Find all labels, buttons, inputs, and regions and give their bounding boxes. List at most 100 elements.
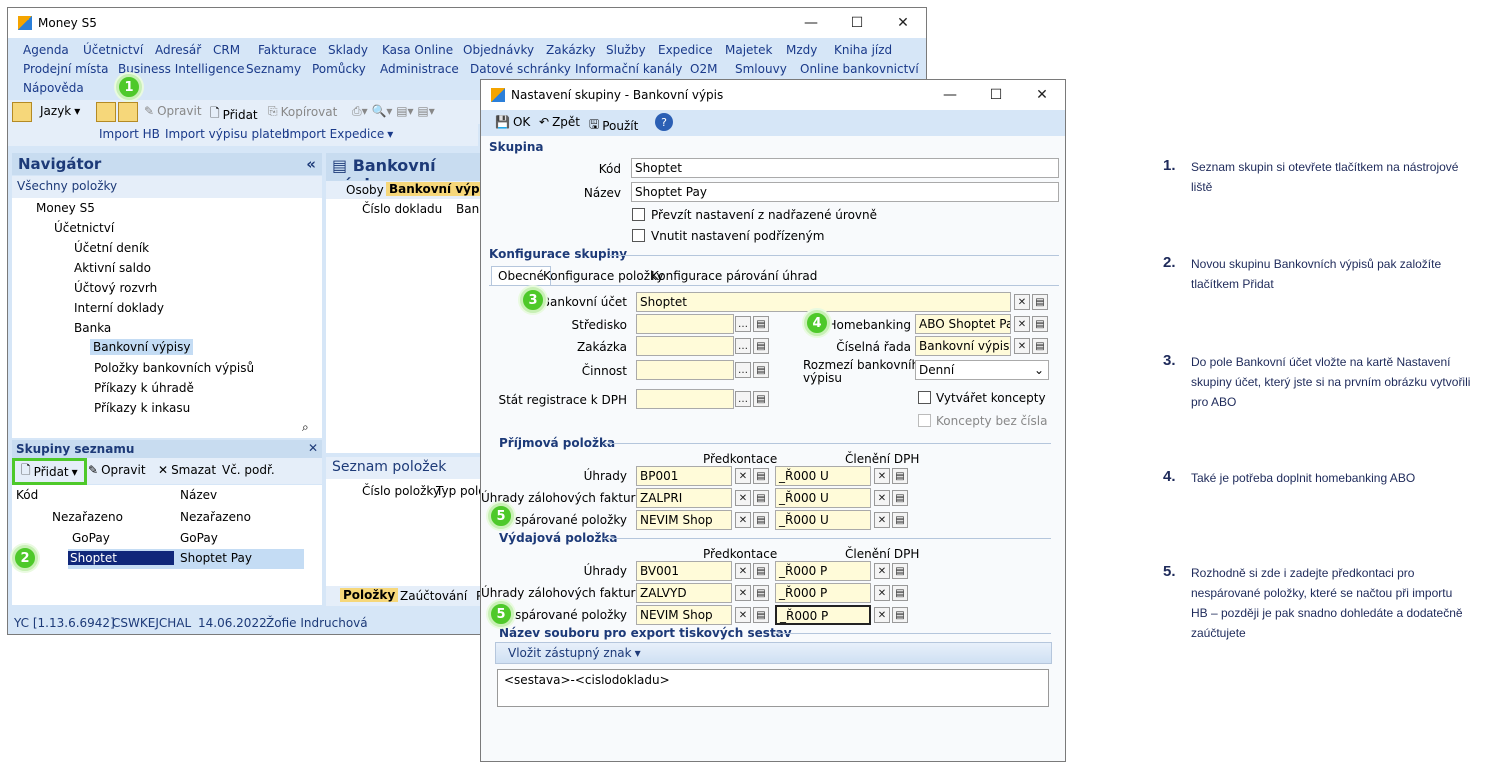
menu-item[interactable]: Adresář — [155, 43, 201, 57]
more-icon[interactable]: … — [735, 338, 751, 354]
browse-icon[interactable]: ▤ — [892, 585, 908, 601]
browse-icon[interactable]: ▤ — [892, 512, 908, 528]
vyd-cleneni[interactable]: _Ř000 P — [775, 605, 871, 625]
koncepty-checkbox[interactable] — [918, 391, 931, 404]
group-kod[interactable]: Shoptet — [68, 551, 174, 565]
maximize-icon[interactable]: ☐ — [834, 8, 880, 38]
browse-icon[interactable]: ▤ — [892, 490, 908, 506]
tab-zauctovani[interactable]: Zaúčtování — [400, 589, 467, 603]
col-kod[interactable]: Kód — [16, 488, 38, 502]
vyd-predkontace[interactable]: ZALVYD — [636, 583, 732, 603]
menu-item[interactable]: Kasa Online — [382, 43, 453, 57]
col-cislo-polozky[interactable]: Číslo položky — [362, 484, 440, 498]
tab-polozky[interactable]: Položky — [340, 588, 399, 602]
menu-item[interactable]: Online bankovnictví — [800, 62, 919, 76]
menu-item[interactable]: Informační kanály — [575, 62, 682, 76]
template-textarea[interactable]: <sestava>-<cislodokladu> — [497, 669, 1049, 707]
tree-item-uctovy-rozvrh[interactable]: Účtový rozvrh — [74, 281, 157, 295]
clear-icon[interactable]: ✕ — [874, 607, 890, 623]
groups-edit-button[interactable]: ✎ Opravit — [88, 463, 146, 477]
clear-icon[interactable]: ✕ — [1014, 316, 1030, 332]
col-nazev[interactable]: Název — [180, 488, 217, 502]
clear-icon[interactable]: ✕ — [874, 468, 890, 484]
bankovni-ucet-field[interactable]: Shoptet — [636, 292, 1011, 312]
navigator-all[interactable]: Všechny položky — [12, 176, 322, 198]
clear-icon[interactable]: ✕ — [1014, 338, 1030, 354]
prij-cleneni[interactable]: _Ř000 U — [775, 510, 871, 530]
menu-item[interactable]: Majetek — [725, 43, 772, 57]
menu-item[interactable]: Služby — [606, 43, 646, 57]
tree-item-polozky-bv[interactable]: Položky bankovních výpisů — [94, 361, 254, 375]
browse-icon[interactable]: ▤ — [753, 563, 769, 579]
browse-icon[interactable]: ▤ — [753, 585, 769, 601]
prij-predkontace[interactable]: ZALPRI — [636, 488, 732, 508]
vyd-predkontace[interactable]: BV001 — [636, 561, 732, 581]
tab-parovani[interactable]: Konfigurace párování úhrad — [651, 269, 817, 283]
tree-item-prikazy-inkasu[interactable]: Příkazy k inkasu — [94, 401, 190, 415]
list-icon[interactable] — [96, 102, 116, 122]
import-hb-button[interactable]: Import HB — [99, 127, 160, 141]
tab-osoby[interactable]: Osoby — [346, 183, 384, 197]
force-checkbox[interactable] — [632, 229, 645, 242]
menu-item[interactable]: Objednávky — [463, 43, 534, 57]
copy-button[interactable]: ⎘ Kopírovat — [268, 104, 337, 119]
menu-item[interactable]: Datové schránky — [470, 62, 571, 76]
ok-button[interactable]: 💾 OK — [495, 115, 530, 129]
import-expedice-button[interactable]: Import Expedice ▾ — [286, 127, 393, 141]
menu-item[interactable]: Sklady — [328, 43, 368, 57]
groups-include-button[interactable]: Vč. podř. — [222, 463, 275, 477]
tree-item-money[interactable]: Money S5 — [36, 201, 95, 215]
menu-item[interactable]: Prodejní místa — [23, 62, 108, 76]
vyd-predkontace[interactable]: NEVIM Shop — [636, 605, 732, 625]
browse-icon[interactable]: ▤ — [753, 316, 769, 332]
col-cislo-dokladu[interactable]: Číslo dokladu — [362, 202, 442, 216]
maximize-icon[interactable]: ☐ — [973, 80, 1019, 110]
browse-icon[interactable]: ▤ — [1032, 316, 1048, 332]
cinnost-field[interactable] — [636, 360, 734, 380]
tree-item-aktivni-saldo[interactable]: Aktivní saldo — [74, 261, 151, 275]
menu-item[interactable]: Účetnictví — [83, 43, 143, 57]
print-icon[interactable]: ⎙▾ 🔍▾ ▤▾ ▤▾ — [352, 104, 435, 119]
tree-item-prikazy-uhrade[interactable]: Příkazy k úhradě — [94, 381, 194, 395]
browse-icon[interactable]: ▤ — [1032, 338, 1048, 354]
browse-icon[interactable]: ▤ — [753, 607, 769, 623]
groups-icon[interactable] — [118, 102, 138, 122]
browse-icon[interactable]: ▤ — [892, 468, 908, 484]
koncepty-bez-checkbox[interactable] — [918, 414, 931, 427]
tree-item-interni-doklady[interactable]: Interní doklady — [74, 301, 164, 315]
menu-item[interactable]: O2M — [690, 62, 717, 76]
clear-icon[interactable]: ✕ — [874, 512, 890, 528]
clear-icon[interactable]: ✕ — [735, 563, 751, 579]
menu-item[interactable]: CRM — [213, 43, 240, 57]
clear-icon[interactable]: ✕ — [735, 585, 751, 601]
close-groups-icon[interactable]: ✕ — [308, 441, 318, 455]
more-icon[interactable]: … — [735, 362, 751, 378]
insert-placeholder-button[interactable]: Vložit zástupný znak ▾ — [508, 646, 641, 660]
nazev-field[interactable]: Shoptet Pay — [631, 182, 1059, 202]
panel-icon[interactable] — [12, 102, 32, 122]
language-dropdown[interactable]: Jazyk ▾ — [40, 104, 80, 118]
menu-item[interactable]: Agenda — [23, 43, 69, 57]
clear-icon[interactable]: ✕ — [735, 607, 751, 623]
kod-field[interactable]: Shoptet — [631, 158, 1059, 178]
menu-item[interactable]: Seznamy — [246, 62, 301, 76]
menu-item[interactable]: Administrace — [380, 62, 459, 76]
clear-icon[interactable]: ✕ — [874, 563, 890, 579]
prij-predkontace[interactable]: NEVIM Shop — [636, 510, 732, 530]
edit-button[interactable]: ✎ Opravit — [144, 104, 202, 118]
clear-icon[interactable]: ✕ — [874, 585, 890, 601]
close-icon[interactable]: ✕ — [880, 8, 926, 38]
stredisko-field[interactable] — [636, 314, 734, 334]
import-statement-button[interactable]: Import výpisu plateb — [165, 127, 289, 141]
menu-item[interactable]: Expedice — [658, 43, 713, 57]
inherit-checkbox[interactable] — [632, 208, 645, 221]
browse-icon[interactable]: ▤ — [753, 338, 769, 354]
stat-field[interactable] — [636, 389, 734, 409]
browse-icon[interactable]: ▤ — [753, 362, 769, 378]
close-icon[interactable]: ✕ — [1019, 80, 1065, 110]
tab-konfigurace-polozky[interactable]: Konfigurace položky — [543, 269, 664, 283]
clear-icon[interactable]: ✕ — [874, 490, 890, 506]
clear-icon[interactable]: ✕ — [1014, 294, 1030, 310]
browse-icon[interactable]: ▤ — [753, 490, 769, 506]
menu-item[interactable]: Zakázky — [546, 43, 596, 57]
